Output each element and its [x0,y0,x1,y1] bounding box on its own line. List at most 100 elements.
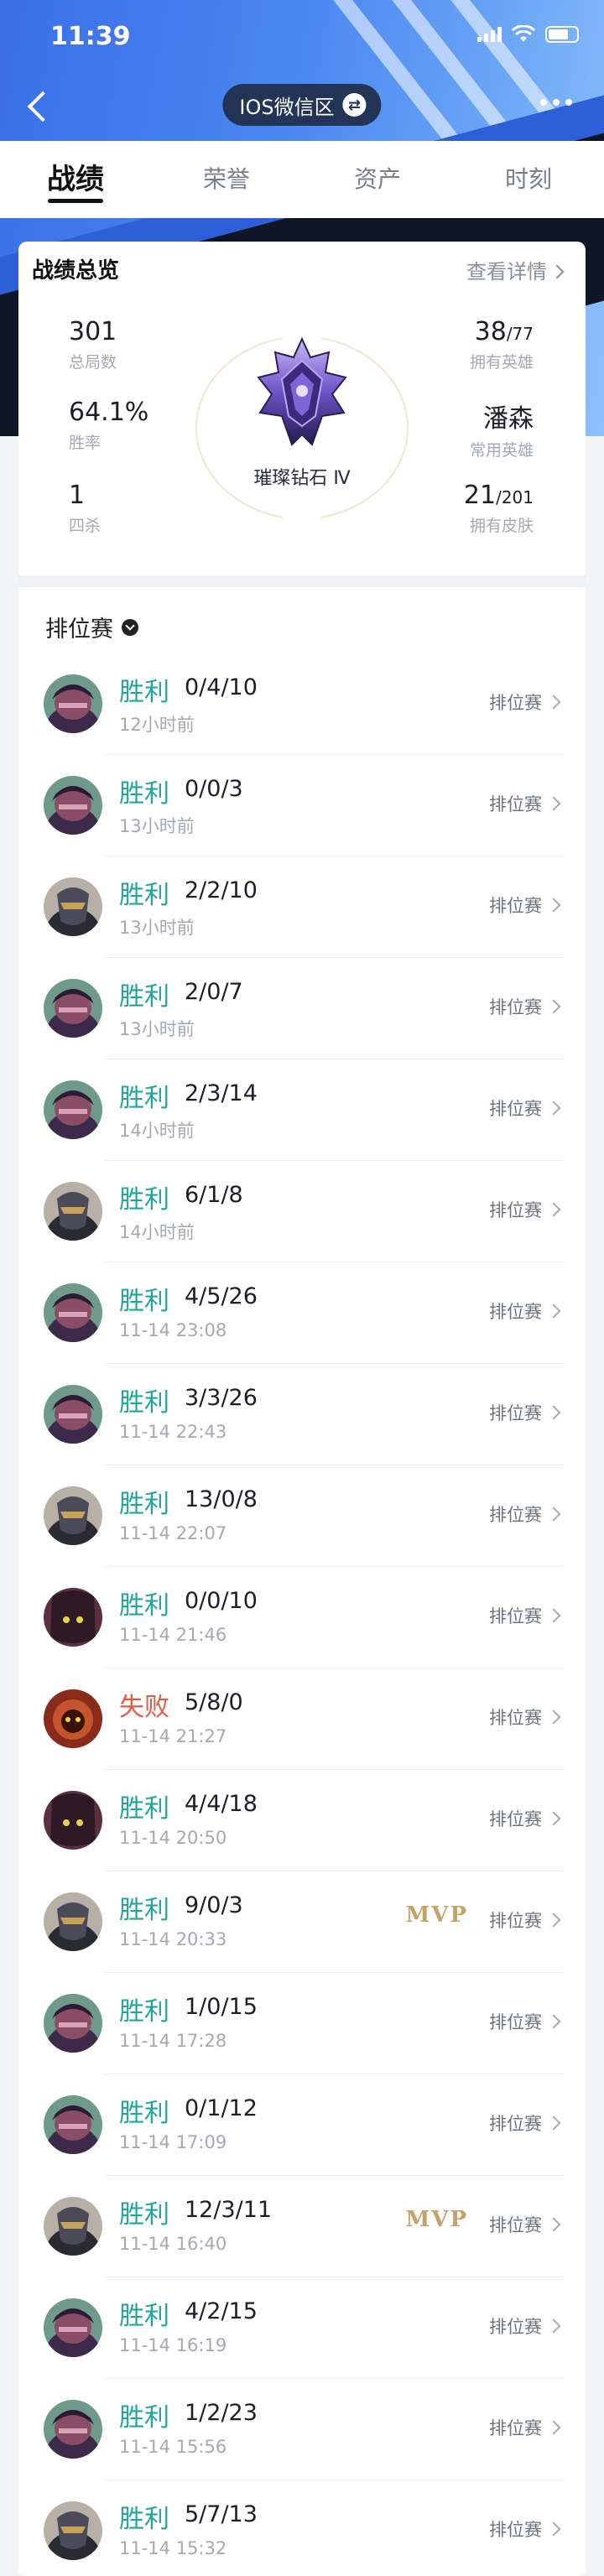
match-kda: 12/3/11 [185,2197,273,2223]
match-kda: 4/4/18 [185,1791,258,1817]
tab-moments[interactable]: 时刻 [453,141,604,218]
match-row[interactable]: 胜利 12/3/11 11-14 16:40 MVP 排位赛 [18,2175,586,2277]
match-time: 11-14 15:56 [119,2437,227,2457]
stat-value: 38/77 [474,317,534,346]
match-time: 11-14 21:46 [119,1625,227,1645]
match-row[interactable]: 胜利 1/0/15 11-14 17:28 排位赛 [18,1972,586,2074]
match-mode: 排位赛 [489,2215,542,2235]
match-row[interactable]: 胜利 2/2/10 13小时前 排位赛 [18,856,586,957]
chevron-right-icon [546,1202,561,1217]
match-row[interactable]: 胜利 4/5/26 11-14 23:08 排位赛 [18,1262,586,1363]
stat-label: 总局数 [69,353,117,372]
match-result: 胜利 [119,982,169,1012]
match-kda: 13/0/8 [185,1486,258,1512]
view-details-link[interactable]: 查看详情 [466,255,565,284]
match-row[interactable]: 胜利 4/2/15 11-14 16:19 排位赛 [18,2277,586,2378]
hero-avatar [44,1182,102,1241]
match-kda: 1/2/23 [185,2400,258,2426]
match-time: 11-14 22:07 [119,1523,227,1543]
chevron-right-icon [546,1101,561,1116]
mvp-badge: MVP [405,2207,468,2232]
chevron-right-icon [546,999,561,1014]
match-kda: 5/8/0 [185,1689,243,1715]
tab-assets[interactable]: 资产 [302,141,453,218]
match-result: 胜利 [119,1084,169,1113]
match-mode: 排位赛 [489,2114,542,2134]
chevron-right-icon [546,1811,561,1826]
match-row[interactable]: 胜利 1/2/23 11-14 15:56 排位赛 [18,2378,586,2480]
hero-avatar [44,776,102,835]
match-row[interactable]: 胜利 4/4/18 11-14 20:50 排位赛 [18,1769,586,1871]
match-row[interactable]: 胜利 0/0/3 13小时前 排位赛 [18,754,586,856]
match-mode: 排位赛 [489,2418,542,2438]
status-bar: 11:39 [0,0,604,75]
match-row[interactable]: 胜利 9/0/3 11-14 20:33 MVP 排位赛 [18,1871,586,1972]
match-mode: 排位赛 [489,2317,542,2337]
match-kda: 0/4/10 [185,674,258,700]
match-result: 胜利 [119,1997,169,2027]
hero-avatar [44,1486,102,1545]
match-kda: 1/0/15 [185,1994,258,2020]
battery-icon [545,26,579,43]
chevron-right-icon [546,1608,561,1623]
chevron-right-icon [546,2115,561,2131]
stat-total-games: 301 总局数 [69,317,117,372]
match-time: 11-14 16:19 [119,2335,227,2355]
match-result: 胜利 [119,1287,169,1316]
tab-record[interactable]: 战绩 [0,141,151,218]
stat-label: 拥有皮肤 [469,517,534,535]
match-result: 胜利 [119,779,169,809]
match-row[interactable]: 胜利 3/3/26 11-14 22:43 排位赛 [18,1363,586,1465]
hero-avatar [44,1385,102,1444]
match-result: 胜利 [119,2403,169,2433]
match-kda: 3/3/26 [185,1385,258,1411]
match-time: 11-14 23:08 [119,1320,227,1340]
stat-value: 潘森 [483,404,534,434]
match-row[interactable]: 胜利 0/0/10 11-14 21:46 排位赛 [18,1566,586,1668]
match-row[interactable]: 失败 5/8/0 11-14 21:27 排位赛 [18,1668,586,1769]
match-time: 14小时前 [119,1121,195,1141]
overview-title: 战绩总览 [32,258,120,284]
match-time: 12小时前 [119,715,195,735]
match-result: 胜利 [119,1388,169,1418]
match-row[interactable]: 胜利 6/1/8 14小时前 排位赛 [18,1160,586,1262]
match-mode: 排位赛 [489,1302,542,1322]
tab-honor[interactable]: 荣誉 [151,141,302,218]
hero-avatar [44,2298,102,2357]
match-time: 11-14 17:28 [119,2031,227,2051]
match-time: 13小时前 [119,918,195,938]
match-row[interactable]: 胜利 0/1/12 11-14 17:09 排位赛 [18,2074,586,2175]
hero-avatar [44,1283,102,1342]
match-row[interactable]: 胜利 2/0/7 13小时前 排位赛 [18,957,586,1059]
match-result: 胜利 [119,1591,169,1621]
stat-label: 胜率 [69,434,102,452]
match-mode: 排位赛 [489,1606,542,1626]
hero-avatar [44,1689,102,1748]
stat-heroes-owned: 38/77 拥有英雄 [470,317,534,372]
match-result: 胜利 [119,2302,169,2331]
match-time: 11-14 20:33 [119,1929,227,1949]
match-row[interactable]: 胜利 0/4/10 12小时前 排位赛 [18,653,586,754]
match-kda: 0/1/12 [185,2095,258,2121]
stat-win-rate: 64.1% 胜率 [69,398,148,453]
nav-bar: IOS微信区 ⇄ [0,77,604,141]
match-result: 胜利 [119,2200,169,2230]
hero-avatar [44,2400,102,2459]
hero-avatar [44,2501,102,2560]
match-list: 胜利 0/4/10 12小时前排位赛 胜利 0/0/3 13小时前 排位赛 胜利 2/2/10 1… [18,653,586,2576]
match-row[interactable]: 胜利 13/0/8 11-14 22:07 排位赛 [18,1465,586,1566]
match-time: 13小时前 [119,816,195,836]
match-row[interactable]: 胜利 5/7/13 11-14 15:32 排位赛 [18,2480,586,2576]
server-switch-button[interactable]: IOS微信区 ⇄ [222,84,382,126]
chevron-right-icon [546,1304,561,1319]
swap-icon: ⇄ [342,93,367,117]
match-row[interactable]: 胜利 2/3/14 14小时前 排位赛 [18,1059,586,1160]
mode-filter-dropdown[interactable]: 排位赛 [45,611,138,643]
hero-avatar [44,1994,102,2053]
back-icon[interactable] [23,91,57,124]
status-time: 11:39 [50,22,131,51]
more-icon[interactable] [540,99,572,106]
chevron-right-icon [546,695,561,710]
match-result: 失败 [119,1693,169,1722]
hero-avatar [44,1791,102,1850]
